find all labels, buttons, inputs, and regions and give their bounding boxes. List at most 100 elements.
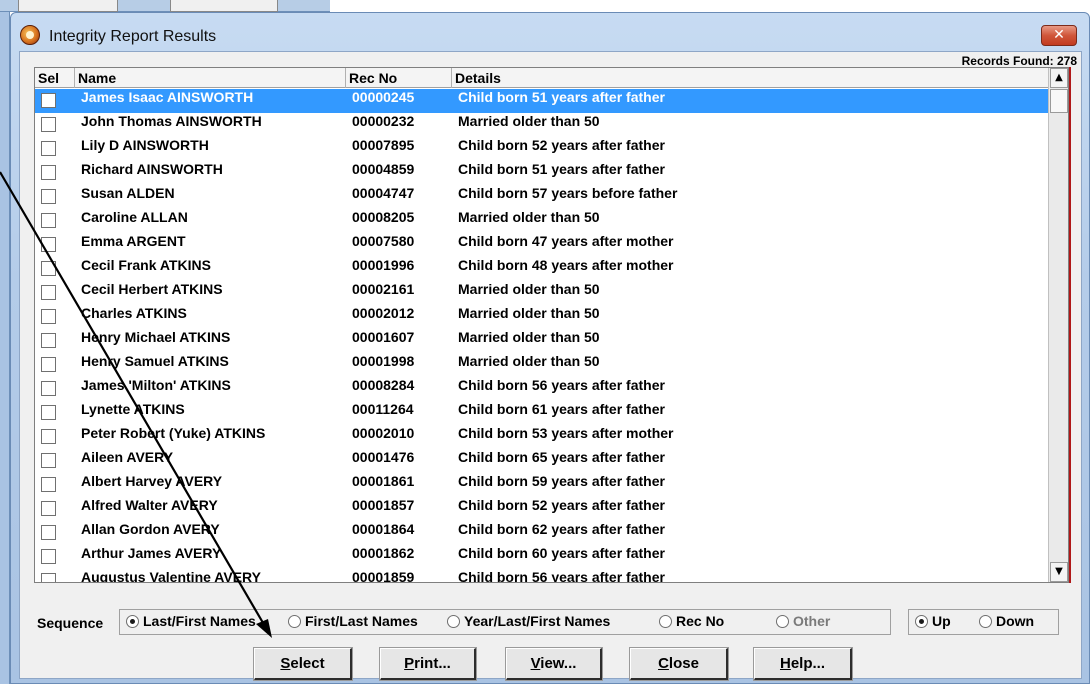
table-row[interactable]: Aileen AVERY 00001476 Child born 65 years … <box>35 449 1049 473</box>
radio-indicator <box>447 615 460 628</box>
row-name: Alfred Walter AVERY <box>81 497 218 513</box>
table-row[interactable]: Augustus Valentine AVERY 00001859 Child bo… <box>35 569 1049 583</box>
row-select-checkbox[interactable] <box>41 357 56 372</box>
table-row[interactable]: Allan Gordon AVERY 00001864 Child born 62 … <box>35 521 1049 545</box>
row-rec-no: 00001862 <box>352 545 415 561</box>
row-rec-no: 00011264 <box>352 401 414 417</box>
row-rec-no: 00001607 <box>352 329 415 345</box>
row-select-checkbox[interactable] <box>41 309 56 324</box>
scroll-down-arrow-icon[interactable]: ▼ <box>1050 562 1068 582</box>
row-details: Child born 51 years after father <box>458 89 665 105</box>
row-rec-no: 00004747 <box>352 185 415 201</box>
direction-radio-group: Up Down <box>908 609 1059 635</box>
row-rec-no: 00001864 <box>352 521 415 537</box>
row-select-checkbox[interactable] <box>41 549 56 564</box>
table-row[interactable]: Lily D AINSWORTH 00007895 Child born 52 ye… <box>35 137 1049 161</box>
row-select-checkbox[interactable] <box>41 189 56 204</box>
table-row[interactable]: Emma ARGENT 00007580 Child born 47 years a… <box>35 233 1049 257</box>
close-button[interactable]: Close <box>630 648 728 680</box>
direction-option-up[interactable]: Up <box>915 613 951 631</box>
row-select-checkbox[interactable] <box>41 261 56 276</box>
radio-indicator <box>126 615 139 628</box>
row-details: Child born 59 years after father <box>458 473 665 489</box>
row-details: Child born 47 years after mother <box>458 233 674 249</box>
table-row[interactable]: Caroline ALLAN 00008205 Married older than… <box>35 209 1049 233</box>
row-select-checkbox[interactable] <box>41 405 56 420</box>
sequence-option-first-last[interactable]: First/Last Names <box>288 613 418 631</box>
table-row[interactable]: Lynette ATKINS 00011264 Child born 61 year… <box>35 401 1049 425</box>
sequence-option-last-first[interactable]: Last/First Names <box>126 613 256 631</box>
row-select-checkbox[interactable] <box>41 453 56 468</box>
column-header-details[interactable]: Details <box>452 68 1049 88</box>
table-row[interactable]: James 'Milton' ATKINS 00008284 Child born … <box>35 377 1049 401</box>
sequence-option-year-last-first[interactable]: Year/Last/First Names <box>447 613 610 631</box>
row-details: Child born 48 years after mother <box>458 257 674 273</box>
button-mnemonic: S <box>280 655 291 672</box>
column-header-name[interactable]: Name <box>75 68 346 88</box>
column-header-sel[interactable]: Sel <box>35 68 75 88</box>
row-select-checkbox[interactable] <box>41 573 56 582</box>
table-row[interactable]: Cecil Frank ATKINS 00001996 Child born 48 … <box>35 257 1049 281</box>
close-window-button[interactable]: ✕ <box>1041 25 1077 46</box>
table-row[interactable]: Alfred Walter AVERY 00001857 Child born 52… <box>35 497 1049 521</box>
row-details: Married older than 50 <box>458 209 600 225</box>
row-select-checkbox[interactable] <box>41 501 56 516</box>
table-row[interactable]: James Isaac AINSWORTH 00000245 Child born … <box>35 89 1049 113</box>
row-rec-no: 00001996 <box>352 257 415 273</box>
direction-option-down[interactable]: Down <box>979 613 1034 631</box>
column-header-rec-no[interactable]: Rec No <box>346 68 452 88</box>
table-row[interactable]: Peter Robert (Yuke) ATKINS 00002010 Child … <box>35 425 1049 449</box>
table-row[interactable]: Arthur James AVERY 00001862 Child born 60 … <box>35 545 1049 569</box>
scroll-up-arrow-icon[interactable]: ▲ <box>1050 68 1068 88</box>
radio-indicator <box>776 615 789 628</box>
table-row[interactable]: Charles ATKINS 00002012 Married older than… <box>35 305 1049 329</box>
row-details: Married older than 50 <box>458 281 600 297</box>
view-button[interactable]: View... <box>506 648 602 680</box>
integrity-report-dialog: Integrity Report Results ✕ Records Found… <box>10 12 1090 684</box>
table-row[interactable]: Henry Michael ATKINS 00001607 Married olde… <box>35 329 1049 353</box>
table-row[interactable]: Albert Harvey AVERY 00001861 Child born 59… <box>35 473 1049 497</box>
sequence-option-other[interactable]: Other <box>776 613 830 631</box>
background-tab <box>18 0 118 12</box>
row-name: John Thomas AINSWORTH <box>81 113 262 129</box>
results-list[interactable]: Sel Name Rec No Details James Isaac AINS… <box>34 67 1069 583</box>
row-name: James 'Milton' ATKINS <box>81 377 231 393</box>
select-button[interactable]: Select <box>254 648 352 680</box>
background-app-edge <box>0 12 10 684</box>
table-row[interactable]: Susan ALDEN 00004747 Child born 57 years b… <box>35 185 1049 209</box>
row-select-checkbox[interactable] <box>41 141 56 156</box>
vertical-scrollbar[interactable]: ▲ ▼ <box>1048 68 1068 582</box>
row-select-checkbox[interactable] <box>41 237 56 252</box>
row-select-checkbox[interactable] <box>41 477 56 492</box>
row-select-checkbox[interactable] <box>41 333 56 348</box>
table-row[interactable]: Cecil Herbert ATKINS 00002161 Married olde… <box>35 281 1049 305</box>
table-row[interactable]: Henry Samuel ATKINS 00001998 Married older… <box>35 353 1049 377</box>
sequence-option-rec-no[interactable]: Rec No <box>659 613 724 631</box>
row-rec-no: 00001859 <box>352 569 415 583</box>
row-select-checkbox[interactable] <box>41 165 56 180</box>
row-name: Susan ALDEN <box>81 185 175 201</box>
row-rec-no: 00001476 <box>352 449 415 465</box>
title-bar[interactable]: Integrity Report Results ✕ <box>11 13 1089 49</box>
row-select-checkbox[interactable] <box>41 93 56 108</box>
table-row[interactable]: John Thomas AINSWORTH 00000232 Married old… <box>35 113 1049 137</box>
table-row[interactable]: Richard AINSWORTH 00004859 Child born 51 y… <box>35 161 1049 185</box>
row-details: Child born 65 years after father <box>458 449 665 465</box>
row-select-checkbox[interactable] <box>41 213 56 228</box>
row-select-checkbox[interactable] <box>41 429 56 444</box>
row-details: Married older than 50 <box>458 329 600 345</box>
row-rec-no: 00000232 <box>352 113 415 129</box>
row-select-checkbox[interactable] <box>41 381 56 396</box>
row-details: Child born 52 years after father <box>458 497 665 513</box>
scroll-thumb[interactable] <box>1050 89 1068 113</box>
row-rec-no: 00007580 <box>352 233 415 249</box>
row-rec-no: 00008284 <box>352 377 415 393</box>
row-select-checkbox[interactable] <box>41 117 56 132</box>
row-name: Caroline ALLAN <box>81 209 188 225</box>
row-name: Peter Robert (Yuke) ATKINS <box>81 425 266 441</box>
background-tab <box>170 0 278 12</box>
print-button[interactable]: Print... <box>380 648 476 680</box>
row-select-checkbox[interactable] <box>41 285 56 300</box>
help-button[interactable]: Help... <box>754 648 852 680</box>
row-select-checkbox[interactable] <box>41 525 56 540</box>
